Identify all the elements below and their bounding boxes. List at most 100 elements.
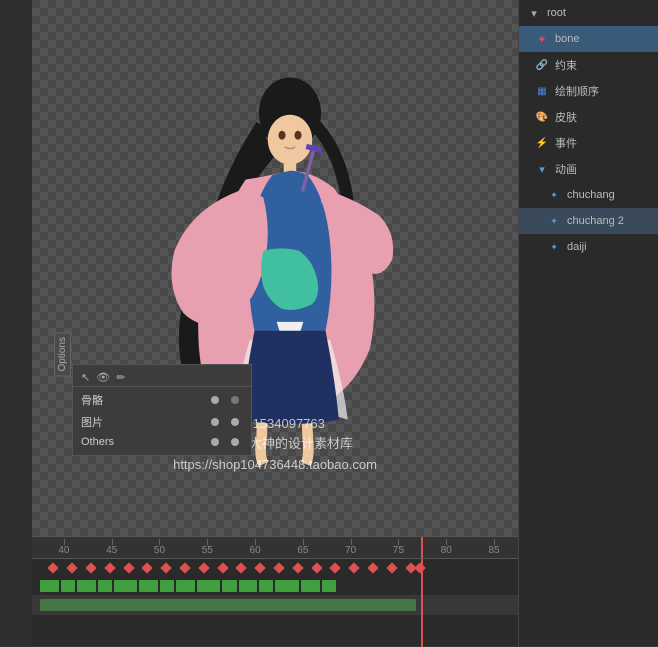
animation-expand-icon: ▾ bbox=[535, 162, 549, 176]
green-bar bbox=[139, 580, 158, 592]
constraint-icon: 🔗 bbox=[535, 58, 549, 72]
keyframe-diamond[interactable] bbox=[292, 562, 303, 573]
timeline-tracks[interactable] bbox=[32, 559, 518, 647]
event-label: 事件 bbox=[555, 135, 577, 151]
playhead-line bbox=[421, 559, 423, 647]
event-icon: ⚡ bbox=[535, 136, 549, 150]
green-bar bbox=[61, 580, 75, 592]
keyframe-diamond[interactable] bbox=[349, 562, 360, 573]
keyframe-diamond[interactable] bbox=[367, 562, 378, 573]
right-panel-item-constraint[interactable]: 🔗 约束 bbox=[519, 52, 658, 78]
ruler-mark-45: 45 bbox=[88, 545, 136, 556]
options-tab-label[interactable]: Options bbox=[54, 332, 71, 376]
green-bar bbox=[98, 580, 112, 592]
green-bar bbox=[114, 580, 138, 592]
animation-label: 动画 bbox=[555, 161, 577, 177]
right-panel-item-root[interactable]: ▾ root bbox=[519, 0, 658, 26]
chuchang-label: chuchang bbox=[567, 189, 615, 201]
ruler-mark-65: 65 bbox=[279, 545, 327, 556]
root-label: root bbox=[547, 7, 566, 19]
main-layout: QQ: 1534097763 淘宝店：大神的设计素材库 https://shop… bbox=[0, 0, 658, 646]
keyframe-diamond[interactable] bbox=[142, 562, 153, 573]
green-bar bbox=[160, 580, 174, 592]
keyframe-row-1[interactable] bbox=[32, 559, 518, 577]
skin-icon: 🎨 bbox=[535, 110, 549, 124]
options-panel: ↖ 👁 ✏ 骨骼 图片 Others bbox=[72, 364, 252, 456]
green-bar bbox=[40, 580, 59, 592]
left-panel bbox=[0, 0, 32, 646]
keyframe-row-green[interactable] bbox=[32, 577, 518, 595]
ruler-mark-60: 60 bbox=[231, 545, 279, 556]
cursor-icon: ↖ bbox=[81, 371, 90, 384]
timeline-area[interactable]: 40 45 50 55 60 65 70 75 80 85 bbox=[32, 536, 518, 646]
keyframe-diamond[interactable] bbox=[386, 562, 397, 573]
bone-icon: ✦ bbox=[535, 32, 549, 46]
chuchang2-icon: ✦ bbox=[547, 214, 561, 228]
keyframe-diamond[interactable] bbox=[330, 562, 341, 573]
options-others-dot1[interactable] bbox=[211, 438, 219, 446]
green-bar bbox=[275, 580, 299, 592]
keyframe-diamond[interactable] bbox=[236, 562, 247, 573]
bone-label: bone bbox=[555, 33, 579, 45]
ruler-mark-75: 75 bbox=[375, 545, 423, 556]
timeline-bar bbox=[40, 599, 416, 611]
options-image-label: 图片 bbox=[81, 414, 203, 430]
options-image-dot1[interactable] bbox=[211, 418, 219, 426]
keyframe-diamond[interactable] bbox=[123, 562, 134, 573]
options-row-others[interactable]: Others bbox=[73, 433, 251, 451]
green-bar bbox=[197, 580, 221, 592]
keyframe-diamond[interactable] bbox=[198, 562, 209, 573]
keyframe-diamond[interactable] bbox=[273, 562, 284, 573]
right-panel: ▾ root ✦ bone 🔗 约束 ▦ 绘制顺序 🎨 皮肤 ⚡ 事件 ▾ 动画 bbox=[518, 0, 658, 646]
right-panel-item-bone[interactable]: ✦ bone bbox=[519, 26, 658, 52]
keyframe-diamond[interactable] bbox=[217, 562, 228, 573]
keyframe-diamond[interactable] bbox=[179, 562, 190, 573]
green-bar bbox=[259, 580, 273, 592]
ruler-mark-85: 85 bbox=[470, 545, 518, 556]
options-bone-label: 骨骼 bbox=[81, 392, 203, 408]
options-bone-dot1[interactable] bbox=[211, 396, 219, 404]
options-image-dot2[interactable] bbox=[231, 418, 239, 426]
right-panel-item-chuchang2[interactable]: ✦ chuchang 2 bbox=[519, 208, 658, 234]
chuchang2-label: chuchang 2 bbox=[567, 215, 624, 227]
keyframe-diamond[interactable] bbox=[85, 562, 96, 573]
right-panel-item-draw-order[interactable]: ▦ 绘制顺序 bbox=[519, 78, 658, 104]
draw-order-label: 绘制顺序 bbox=[555, 83, 599, 99]
canvas-area[interactable]: QQ: 1534097763 淘宝店：大神的设计素材库 https://shop… bbox=[32, 0, 518, 536]
ruler-mark-40: 40 bbox=[40, 545, 88, 556]
constraint-label: 约束 bbox=[555, 57, 577, 73]
keyframe-diamond[interactable] bbox=[48, 562, 59, 573]
timeline-ruler: 40 45 50 55 60 65 70 75 80 85 bbox=[32, 537, 518, 559]
ruler-playhead bbox=[421, 537, 423, 558]
right-panel-item-skin[interactable]: 🎨 皮肤 bbox=[519, 104, 658, 130]
daiji-label: daiji bbox=[567, 241, 587, 253]
options-others-dot2[interactable] bbox=[231, 438, 239, 446]
keyframe-diamond[interactable] bbox=[104, 562, 115, 573]
keyframe-diamond[interactable] bbox=[255, 562, 266, 573]
right-panel-item-event[interactable]: ⚡ 事件 bbox=[519, 130, 658, 156]
daiji-icon: ✦ bbox=[547, 240, 561, 254]
green-bar bbox=[176, 580, 195, 592]
ruler-mark-80: 80 bbox=[422, 545, 470, 556]
right-panel-item-daiji[interactable]: ✦ daiji bbox=[519, 234, 658, 260]
chuchang-icon: ✦ bbox=[547, 188, 561, 202]
options-panel-header: ↖ 👁 ✏ bbox=[73, 369, 251, 387]
keyframe-diamond[interactable] bbox=[67, 562, 78, 573]
keyframe-row-2[interactable] bbox=[32, 595, 518, 615]
draw-order-icon: ▦ bbox=[535, 84, 549, 98]
green-bar bbox=[77, 580, 96, 592]
skin-label: 皮肤 bbox=[555, 109, 577, 125]
right-panel-item-chuchang[interactable]: ✦ chuchang bbox=[519, 182, 658, 208]
ruler-marks: 40 45 50 55 60 65 70 75 80 85 bbox=[32, 545, 518, 556]
options-row-bone[interactable]: 骨骼 bbox=[73, 389, 251, 411]
right-panel-item-animation[interactable]: ▾ 动画 bbox=[519, 156, 658, 182]
keyframe-diamond[interactable] bbox=[311, 562, 322, 573]
ruler-mark-70: 70 bbox=[327, 545, 375, 556]
keyframe-diamond[interactable] bbox=[161, 562, 172, 573]
options-bone-dot2[interactable] bbox=[231, 396, 239, 404]
options-others-label: Others bbox=[81, 436, 203, 448]
green-bar bbox=[222, 580, 236, 592]
green-bar bbox=[322, 580, 336, 592]
options-row-image[interactable]: 图片 bbox=[73, 411, 251, 433]
pencil-icon: ✏ bbox=[116, 371, 125, 384]
